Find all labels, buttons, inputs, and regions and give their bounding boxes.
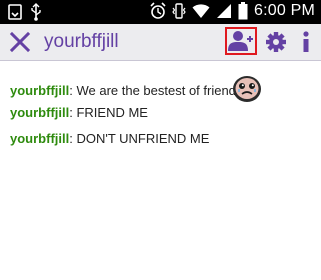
conversation-title: yourbffjill [44,31,119,52]
close-button[interactable] [8,30,32,54]
add-friend-button[interactable] [225,27,257,55]
usb-icon [30,3,42,21]
screenshot-icon [8,4,22,20]
biblethump-emote-icon [231,74,263,104]
wifi-icon [192,3,210,19]
info-button[interactable] [298,30,314,54]
settings-button[interactable] [265,30,287,54]
status-bar-right: 6:00 PM [150,2,315,20]
chat-messages[interactable]: yourbffjill: We are the bestest of frien… [0,61,321,280]
add-friend-icon [228,31,253,51]
chat-message-text: DON'T UNFRIEND ME [72,131,210,146]
chat-username[interactable]: yourbffjill [10,105,69,120]
chat-username[interactable]: yourbffjill [10,131,69,146]
close-icon [9,31,31,53]
signal-icon [216,3,232,19]
chat-message-text: FRIEND ME [72,105,148,120]
chat-message: yourbffjill: DON'T UNFRIEND ME [10,131,209,147]
alarm-icon [150,2,166,20]
conversation-header: yourbffjill [0,24,321,61]
settings-gear-icon [266,32,286,52]
chat-message: yourbffjill: FRIEND ME [10,105,148,121]
status-bar-left [8,3,42,21]
chat-username[interactable]: yourbffjill [10,83,69,98]
status-bar: 6:00 PM [0,0,321,24]
chat-message-text: We are the bestest of friends [72,83,243,98]
chat-message: yourbffjill: We are the bestest of frien… [10,83,242,99]
info-icon [303,31,309,52]
clock-time: 6:00 PM [254,2,315,19]
battery-icon [238,2,248,20]
vibrate-icon [172,2,186,20]
